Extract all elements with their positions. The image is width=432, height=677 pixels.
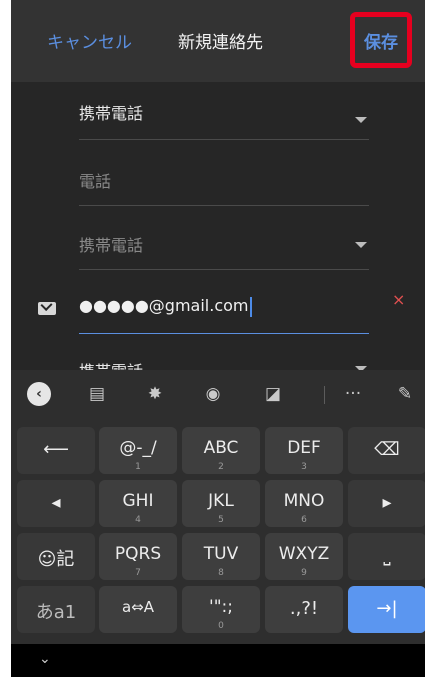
phone-type-label-3: 携帯電話 (79, 358, 143, 370)
clipboard-icon[interactable]: ▤ (85, 382, 109, 406)
phone-placeholder: 電話 (79, 172, 112, 191)
email-field[interactable]: ●●●●●@gmail.com (79, 290, 369, 334)
dropdown-arrow-icon[interactable] (355, 117, 367, 123)
keyboard: ‹ ▤ ✸ ◉ ◪ ··· ✎ ⟵ @-_/1 ABC 2 DEF 3 ⌫ ◂ GH… (11, 370, 425, 644)
page-title: 新規連絡先 (178, 33, 263, 53)
key-jkl[interactable]: JKL 5 (182, 480, 260, 527)
phone-type-label-2: 携帯電話 (79, 236, 144, 255)
mic-off-icon[interactable]: ✎ (393, 382, 417, 406)
enter-key[interactable]: →| (348, 586, 425, 633)
field-divider (79, 205, 369, 206)
enter-icon: →| (376, 598, 398, 619)
save-button[interactable]: 保存 (355, 17, 407, 63)
key-wxyz[interactable]: WXYZ 9 (265, 533, 343, 580)
phone-screen: キャンセル 新規連絡先 保存 携帯電話 電話 携帯電話 ●●●●●@gmail.… (11, 0, 425, 677)
arrow-right-icon: ▸ (382, 492, 392, 513)
key-pqrs[interactable]: PQRS 7 (99, 533, 177, 580)
keyboard-toolbar: ‹ ▤ ✸ ◉ ◪ ··· ✎ (11, 370, 425, 418)
hide-keyboard-icon[interactable]: ⌄ (39, 651, 51, 667)
emoji-symbol-key[interactable]: ☺記 (17, 533, 95, 580)
cursor-left-key[interactable]: ◂ (17, 480, 95, 527)
field-divider-active (79, 333, 369, 334)
navigation-bar: ⌄ (11, 644, 425, 677)
key-abc[interactable]: ABC 2 (182, 427, 260, 474)
space-icon: ⎵ (383, 545, 391, 566)
phone-type-select-3[interactable]: 携帯電話 (79, 354, 369, 370)
input-mode-key[interactable]: あa1 (17, 586, 95, 633)
arrow-left-icon: ◂ (51, 492, 61, 513)
phone-input[interactable]: 電話 (79, 162, 369, 206)
undo-key[interactable]: ⟵ (17, 427, 95, 474)
cancel-button[interactable]: キャンセル (47, 28, 132, 53)
key-def[interactable]: DEF 3 (265, 427, 343, 474)
space-key[interactable]: ⎵ (348, 533, 425, 580)
key-mno[interactable]: MNO 6 (265, 480, 343, 527)
cursor-right-key[interactable]: ▸ (348, 480, 425, 527)
resize-icon[interactable]: ◪ (261, 382, 285, 406)
contact-form: 携帯電話 電話 携帯電話 ●●●●●@gmail.com × 携帯電話 (11, 82, 425, 372)
emoji-icon: ☺記 (37, 549, 75, 570)
email-icon (38, 302, 56, 315)
clear-email-icon[interactable]: × (392, 290, 405, 309)
key-at[interactable]: @-_/1 (99, 427, 177, 474)
phone-type-select-2[interactable]: 携帯電話 (79, 228, 369, 270)
key-punctuation[interactable]: .,?! (265, 586, 343, 633)
phone-type-label-1: 携帯電話 (79, 104, 144, 123)
key-ghi[interactable]: GHI 4 (99, 480, 177, 527)
settings-icon[interactable]: ✸ (143, 382, 167, 406)
key-tuv[interactable]: TUV 8 (182, 533, 260, 580)
key-quotes[interactable]: '":; 0 (182, 586, 260, 633)
field-divider (79, 139, 369, 140)
dropdown-arrow-icon[interactable] (355, 242, 367, 248)
backspace-icon: ⌫ (374, 439, 400, 460)
header-bar: キャンセル 新規連絡先 保存 (11, 0, 425, 82)
text-cursor (249, 296, 252, 317)
email-value: ●●●●●@gmail.com (79, 296, 249, 315)
case-toggle-key[interactable]: a⇔A (99, 586, 177, 633)
theme-icon[interactable]: ◉ (201, 382, 225, 406)
save-highlight-box: 保存 (350, 12, 412, 68)
toolbar-divider (324, 386, 325, 404)
undo-icon: ⟵ (43, 439, 69, 460)
phone-type-select-1[interactable]: 携帯電話 (79, 96, 369, 140)
back-icon[interactable]: ‹ (27, 382, 51, 406)
backspace-key[interactable]: ⌫ (348, 427, 425, 474)
field-divider (79, 269, 369, 270)
more-icon[interactable]: ··· (341, 382, 365, 406)
